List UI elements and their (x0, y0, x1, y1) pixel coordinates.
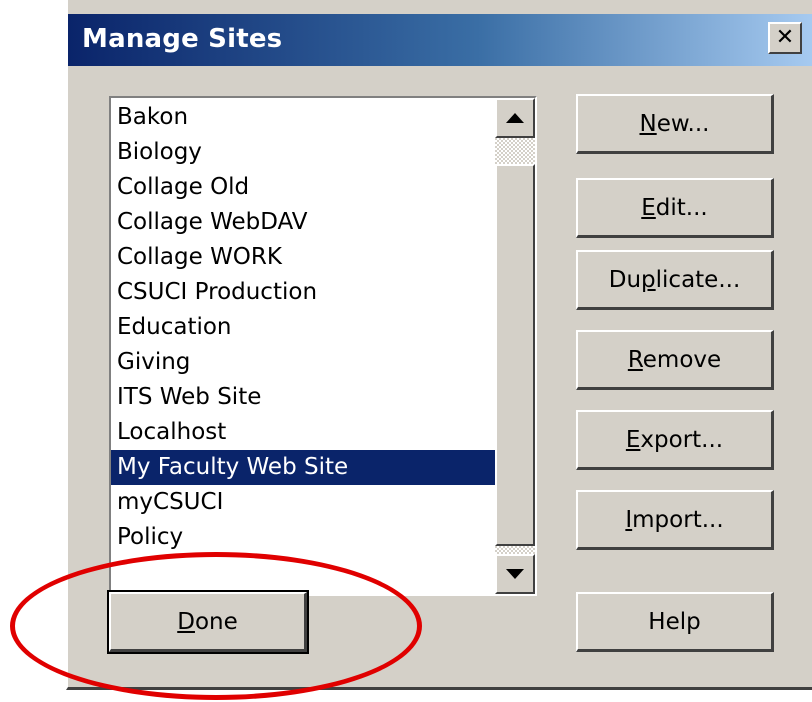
triangle-up-icon (506, 113, 524, 123)
list-item[interactable]: Collage WebDAV (111, 205, 495, 240)
list-item[interactable]: Giving (111, 345, 495, 380)
edit-button[interactable]: Edit... (576, 178, 774, 238)
done-button[interactable]: Done (107, 590, 309, 654)
list-item[interactable]: Bakon (111, 100, 495, 135)
import-button[interactable]: Import... (576, 490, 774, 550)
triangle-down-icon (506, 569, 524, 579)
list-item[interactable]: CSUCI Production (111, 275, 495, 310)
export-button-label: Export... (625, 426, 724, 453)
scroll-up-button[interactable] (495, 98, 535, 138)
list-item[interactable]: Collage Old (111, 170, 495, 205)
import-button-label: Import... (625, 506, 724, 533)
duplicate-button[interactable]: Duplicate... (576, 250, 774, 310)
edit-button-label: Edit... (641, 194, 708, 221)
scroll-thumb[interactable] (495, 164, 535, 546)
scroll-down-button[interactable] (495, 554, 535, 594)
close-icon: ✕ (775, 25, 795, 50)
manage-sites-dialog: Manage Sites ✕ Bakon Biology Collage Old Co… (66, 0, 812, 690)
list-item[interactable]: My Faculty Web Site (111, 450, 495, 485)
list-item[interactable]: myCSUCI (111, 485, 495, 520)
list-item[interactable]: ITS Web Site (111, 380, 495, 415)
list-item[interactable]: Education (111, 310, 495, 345)
remove-button[interactable]: Remove (576, 330, 774, 390)
list-item[interactable]: Localhost (111, 415, 495, 450)
window-title: Manage Sites (82, 24, 283, 54)
export-button[interactable]: Export... (576, 410, 774, 470)
help-button[interactable]: Help (576, 592, 774, 652)
vertical-scrollbar[interactable] (495, 98, 535, 594)
remove-button-label: Remove (627, 346, 722, 373)
title-bar: Manage Sites ✕ (68, 14, 812, 66)
done-button-label: Done (177, 608, 238, 635)
sites-list: Bakon Biology Collage Old Collage WebDAV Col… (111, 100, 495, 555)
list-item[interactable]: Biology (111, 135, 495, 170)
sites-listbox[interactable]: Bakon Biology Collage Old Collage WebDAV Col… (109, 96, 537, 596)
list-item[interactable]: Collage WORK (111, 240, 495, 275)
duplicate-button-label: Duplicate... (608, 266, 741, 293)
close-button[interactable]: ✕ (768, 22, 802, 54)
list-item[interactable]: Policy (111, 520, 495, 555)
help-button-label: Help (648, 608, 701, 635)
new-button-label: New... (639, 110, 710, 137)
new-button[interactable]: New... (576, 94, 774, 154)
